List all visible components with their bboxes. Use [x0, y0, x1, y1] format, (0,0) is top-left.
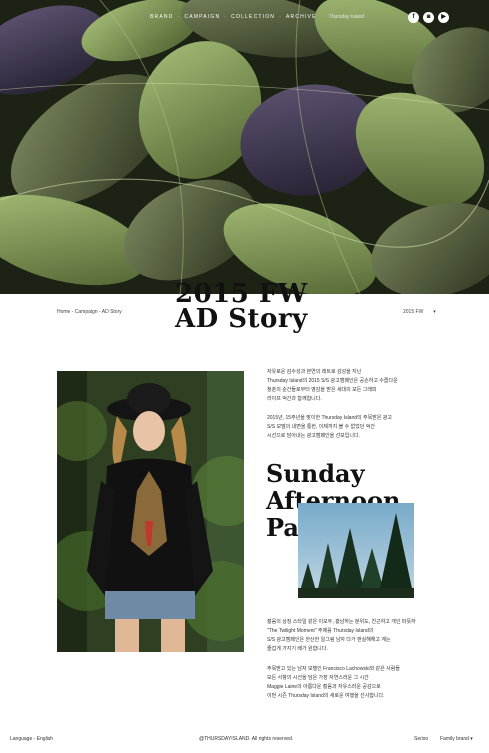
season-label: 2015 FW [403, 309, 424, 315]
nav-separator: · [279, 14, 282, 20]
body-paragraph-1: 젊음의 상징 스타일 같은 이모두, 흥남하는 분위도, 친근하고 개인 따뜻하… [267, 618, 427, 654]
chevron-down-icon: ▾ [433, 309, 436, 315]
trees-illustration [298, 513, 414, 598]
text-line: 젊음의 상징 스타일 같은 이모두, 흥남하는 분위도, 친근하고 개인 따뜻하 [267, 619, 416, 625]
intro-paragraph-1: 자유로운 감수성과 본연의 레트로 감성을 지닌 Thursday Island… [267, 368, 427, 404]
nav-separator: · [177, 14, 181, 20]
nav-item-campaign[interactable]: CAMPAIGN [184, 14, 220, 20]
text-line: S/S 모델의 내면을 통한, 이제까지 볼 수 없었던 억간 [267, 424, 375, 430]
top-navigation: BRAND · CAMPAIGN · COLLECTION · ARCHIVE … [150, 14, 364, 20]
text-line: Thursday Island의 2015 S/S 광고캠페인은 공손하고 수줍… [267, 378, 398, 384]
text-line: Maggie Laine의 아름다운 젊음과 자유스러운 공감으로 [267, 684, 381, 690]
text-line: 주목받고 있는 남자 모델인 Francisco Lachowski와 같은 사… [267, 666, 400, 672]
feature-heading-line1: Sunday [266, 459, 365, 488]
youtube-icon[interactable]: ▶ [438, 12, 449, 23]
nav-brand-sub[interactable]: Thursday Island [329, 14, 365, 20]
nav-item-collection[interactable]: COLLECTION [231, 14, 275, 20]
breadcrumb[interactable]: Home - Campaign - AD Story [57, 309, 122, 315]
text-line: 청춘의 순간들로부터 영감을 받은 세대의 모든 그래피 [267, 387, 377, 393]
page-title-line2: AD Story [175, 304, 308, 334]
nav-separator: · [224, 14, 228, 20]
hero-banner: BRAND · CAMPAIGN · COLLECTION · ARCHIVE … [0, 0, 489, 294]
leaves-image [0, 0, 489, 294]
language-selector[interactable]: Language - English [10, 736, 53, 742]
trees-photo [298, 503, 414, 598]
family-brand-label: Family brand [440, 736, 469, 742]
nav-item-archive[interactable]: ARCHIVE [286, 14, 317, 20]
instagram-icon[interactable]: ◙ [423, 12, 434, 23]
text-line: S/S 광고캠페인은 한산한 일그림 남자 다가 펀실해해고 계는 [267, 637, 391, 643]
chevron-down-icon: ▾ [470, 736, 473, 742]
family-brand-select[interactable]: Family brand ▾ [440, 736, 473, 742]
copyright-text: @THURSDAYISLAND. All rights reserved. [199, 736, 294, 742]
season-select[interactable]: 2015 FW ▾ [403, 309, 436, 315]
social-links: f ◙ ▶ [408, 12, 449, 23]
text-line: 2015년, 15주년을 맞이한 Thursday Island의 주목받은 광… [267, 415, 392, 421]
model-photo [57, 371, 244, 652]
body-paragraph-2: 주목받고 있는 남자 모델인 Francisco Lachowski와 같은 사… [267, 665, 427, 701]
text-line: "The Twilight Moment" 주제를 Thursday Islan… [267, 628, 374, 634]
intro-paragraph-2: 2015년, 15주년을 맞이한 Thursday Island의 주목받은 광… [267, 414, 427, 441]
text-line: 이번 시즌 Thursday Island의 새로운 여행을 선사합니다. [267, 693, 385, 699]
footer: Language - English @THURSDAYISLAND. All … [0, 733, 489, 745]
text-line: 시선으로 담아내는 광고캠페인을 선보입니다. [267, 433, 360, 439]
text-line: 모든 사항의 시선을 담은 가장 자연스러운 그 시간 [267, 675, 369, 681]
nav-item-brand[interactable]: BRAND [150, 14, 174, 20]
page-title: 2015 FW AD Story [175, 281, 335, 334]
text-line: 즐겁게 가지기 배가 원합니다. [267, 646, 328, 652]
facebook-icon[interactable]: f [408, 12, 419, 23]
text-line: 자유로운 감수성과 본연의 레트로 감성을 지닌 [267, 369, 362, 375]
text-line: 라이프 억간과 함께합니다. [267, 396, 322, 402]
model-illustration [57, 371, 244, 652]
footer-link-seri[interactable]: Seriso [414, 736, 428, 742]
